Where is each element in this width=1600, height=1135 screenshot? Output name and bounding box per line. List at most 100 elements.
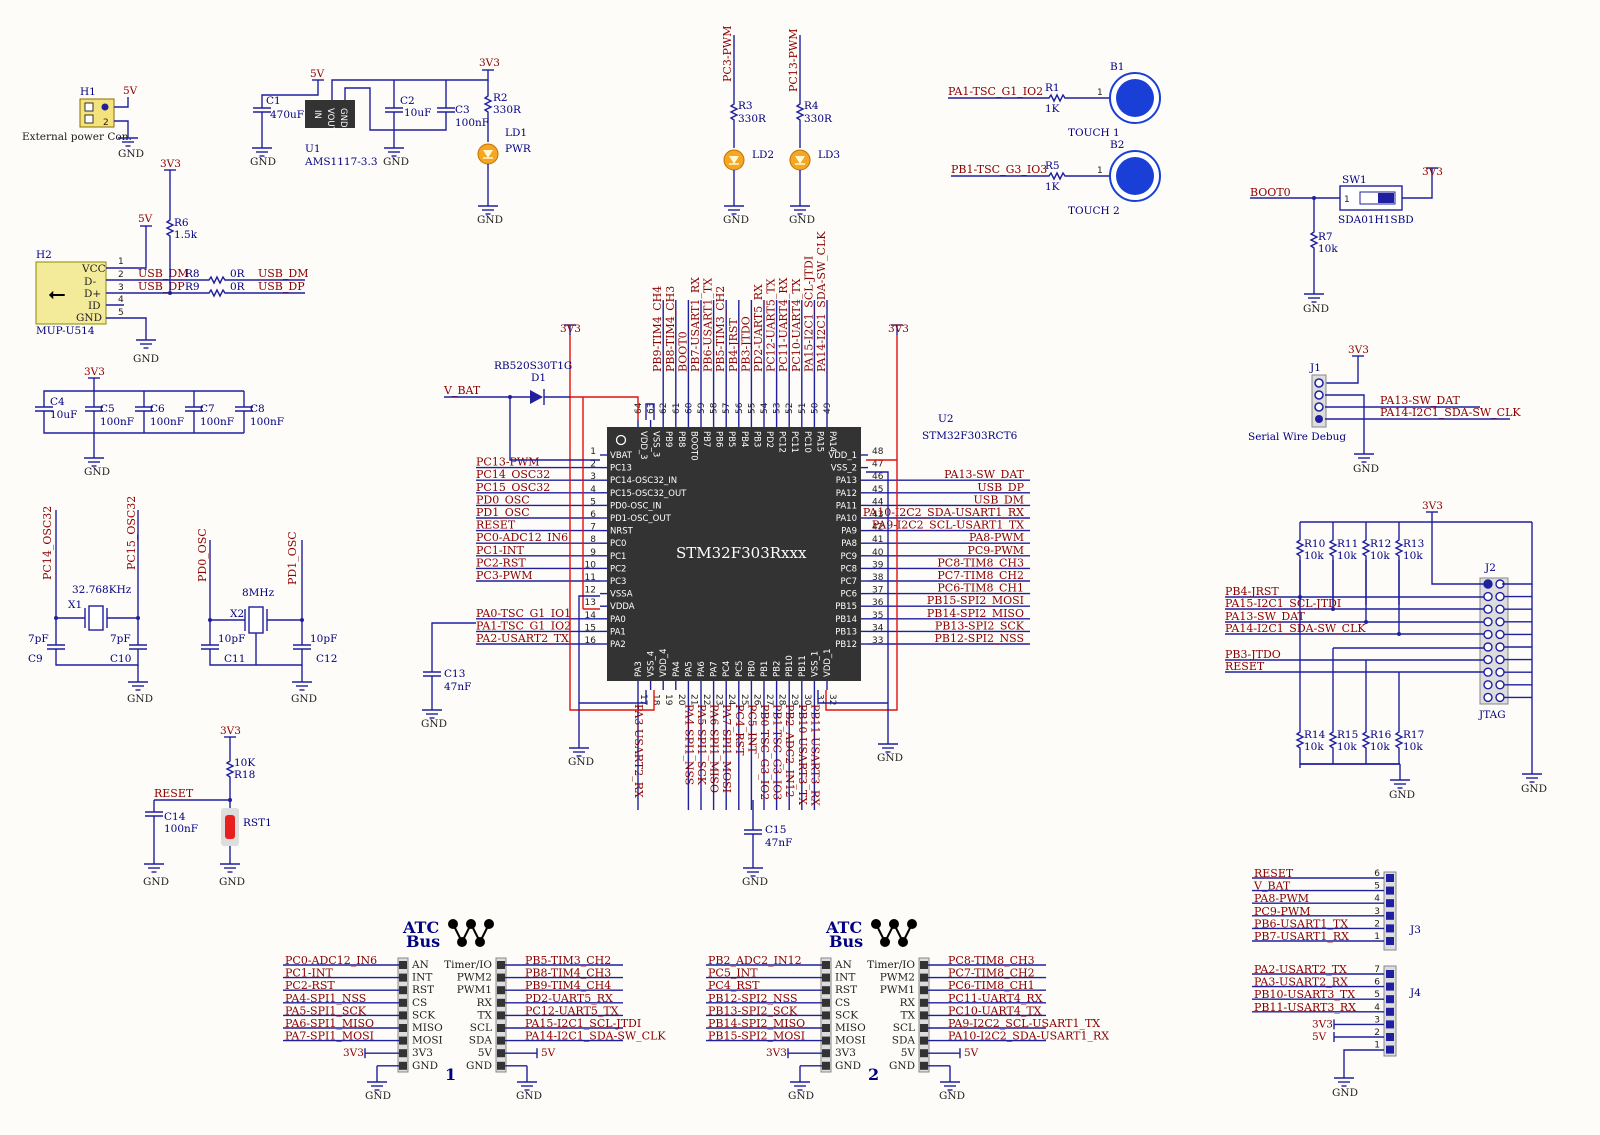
mcu-pin-name: VSS_2 [831, 464, 857, 474]
mcu-pin-name: PB3 [751, 431, 761, 447]
mcu-net-right: PB14-SPI2_MISO [927, 607, 1024, 620]
mcu-pin-name: VDD_1 [828, 451, 857, 461]
atc-right-pin-label: SCL [893, 1022, 915, 1034]
j4-pin-num: 2 [1374, 1028, 1380, 1038]
mcu-pin-num: 62 [659, 403, 669, 414]
reset-gnd2: GND [219, 876, 245, 888]
atc-left-pin-label: RST [835, 984, 857, 996]
mcu-net-right: PB13-SPI2_SCK [935, 619, 1025, 632]
jtag-r-ref: R10 [1304, 538, 1325, 550]
mcu-pin-name: VSS_3 [651, 431, 661, 457]
atc-bus-1: ATCBusAN Timer/IOPC0-ADC12_IN6 PB5-TIM3_CH… [283, 918, 666, 1102]
mcu-net-left: PC0-ADC12_IN6 [476, 531, 568, 544]
mcu-pin-name: PC13 [610, 464, 632, 474]
atc-pin [822, 998, 830, 1007]
mcu-pin-name: PA12 [836, 489, 857, 499]
c10-ref: C10 [110, 653, 131, 665]
mcu-pin-num: 18 [651, 694, 661, 706]
atc-left-net: 3V3 [766, 1047, 787, 1059]
atc-right-net: PB5-TIM3_CH2 [525, 954, 611, 967]
touch-pads: PA1-TSC_G1_IO2 R1 1K 1 B1 TOUCH 1 PB1-TS… [948, 61, 1161, 217]
atc-bus-2: ATCBusAN Timer/IOPB2_ADC2_IN12 PC8-TIM8_CH… [706, 918, 1109, 1102]
atc-right-pin-label: PWM1 [457, 984, 492, 996]
j3-net: PA8-PWM [1254, 892, 1309, 905]
mcu-net-bottom: PC4_RST [733, 704, 746, 756]
mcu-net-left: PD1_OSC [476, 506, 530, 519]
usb-pin-vcc: VCC [81, 263, 106, 275]
mcu-pin-name: PC11 [789, 431, 799, 453]
atc-pin [822, 1049, 830, 1058]
mcu-pin-name: PB1 [760, 661, 770, 677]
cap-val: 100nF [100, 416, 134, 428]
mcu-net-bottom: PA5-SPI1_SCK [695, 704, 708, 786]
j4-pin-num: 3 [1374, 1015, 1380, 1025]
jtag-header: 3V3 R1010kR1110kR1210kR1310kR1410kR1510k… [1225, 500, 1547, 801]
atc-pin [920, 998, 928, 1007]
ld1-val: PWR [505, 143, 532, 155]
swd-gnd: GND [1353, 463, 1379, 475]
mcu-net-right: PA10-I2C2_SDA-USART1_RX [863, 506, 1024, 519]
j3-net: PB7-USART1_RX [1254, 930, 1349, 943]
r9-ref: R9 [185, 281, 200, 293]
atc-pin [399, 986, 407, 995]
mcu-net-top: PB6-USART1_TX [702, 278, 715, 372]
atc-pin [822, 1024, 830, 1032]
b1-name: TOUCH 1 [1068, 127, 1120, 139]
h1-gnd: GND [118, 148, 144, 160]
jtag-r-val: 10k [1304, 550, 1324, 562]
atc-right-net: PC8-TIM8_CH3 [948, 954, 1035, 967]
jtag-pin [1483, 629, 1493, 640]
mcu-net-top: PD2-UART5_RX [752, 284, 765, 372]
crystal-32k: PC14_OSC32 PC15_OSC32 32.768KHz X1 7pF C… [28, 496, 153, 705]
mcu-pin-num: 48 [872, 447, 884, 457]
reset-net: RESET [154, 787, 194, 800]
atc-pin [497, 1049, 505, 1058]
r9-val: 0R [230, 281, 246, 293]
atc-left-pin-label: INT [835, 972, 855, 984]
crystal-8m: PD0_OSC PD1_OSC 8MHz X2 10pF C11 10pF C1… [196, 528, 337, 705]
mcu-net-left: PC3-PWM [476, 569, 533, 582]
x1-net2: PC15_OSC32 [125, 496, 138, 570]
j1-ref: J1 [1309, 362, 1321, 374]
jtag-r-val: 10k [1403, 741, 1423, 753]
atc-subtitle: Bus [829, 932, 863, 951]
dec-3v3: 3V3 [84, 366, 105, 378]
mcu-pin-name: PA15 [814, 431, 824, 452]
c9-ref: C9 [28, 653, 43, 665]
mcu-gnd1: GND [568, 756, 594, 768]
atc-left-pin-label: CS [412, 997, 427, 1009]
atc-left-pin-label: SCK [412, 1009, 435, 1021]
mcu-net-bottom: PB0-TSC_G3_IO2 [758, 704, 771, 800]
mcu-net-right: PA9-I2C2_SCL-USART1_TX [872, 519, 1024, 532]
j4-pin [1386, 995, 1394, 1004]
j4-pin [1386, 1020, 1394, 1029]
c9-val: 7pF [28, 633, 49, 645]
mcu-pin-name: PC6 [841, 590, 857, 600]
mcu-pin-name: BOOT0 [688, 431, 698, 461]
mcu-pin-name: VBAT [610, 451, 633, 461]
mcu-net-right: PC9-PWM [967, 544, 1024, 557]
mcu-pin-name: PD2 [764, 431, 774, 448]
atc-left-net: PC4_RST [708, 979, 760, 992]
atc-right-net: PC10-UART4_TX [948, 1004, 1042, 1017]
atc-right-net: PB8-TIM4_CH3 [525, 967, 611, 980]
mcu-pin-name: PA2 [610, 640, 626, 650]
x2-ref: X2 [230, 608, 244, 620]
atc-subtitle: Bus [406, 932, 440, 951]
j4-pin-num: 1 [1374, 1041, 1380, 1051]
usb-dp-net: USB_DP [138, 280, 185, 293]
h1-pin2: 2 [103, 118, 109, 128]
atc-pin [399, 998, 407, 1007]
gnd-icon [366, 1075, 388, 1091]
mcu-pin-name: PA7 [710, 661, 720, 677]
ld1-ref: LD1 [505, 127, 527, 139]
cap-val: 100nF [250, 416, 284, 428]
u1-pin-in: IN [312, 110, 322, 119]
mcu-pin-name: PC0 [610, 539, 626, 549]
cap-ref: C6 [150, 403, 165, 415]
usb-dm-out: USB_DM [258, 267, 308, 280]
reset-3v3: 3V3 [220, 725, 241, 737]
atc-left-pin-label: MOSI [412, 1035, 443, 1047]
jtag-pulldown-resistor [1329, 727, 1337, 753]
atc-left-net: PB15-SPI2_MOSI [708, 1030, 805, 1043]
